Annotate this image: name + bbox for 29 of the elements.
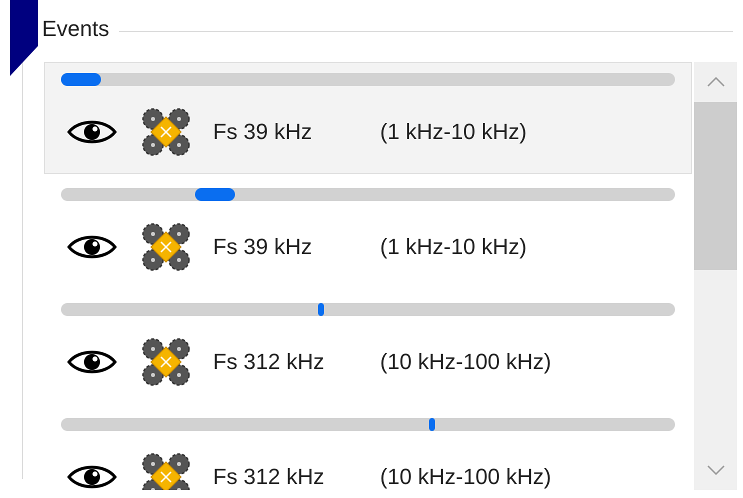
- group-title: Events: [42, 16, 110, 42]
- drone-icon: [141, 452, 191, 490]
- event-item[interactable]: Fs 312 kHz (10 kHz-100 kHz): [44, 407, 692, 490]
- band-label: (10 kHz-100 kHz): [380, 349, 552, 375]
- rate-label: Fs 312 kHz: [213, 464, 326, 490]
- eye-icon[interactable]: [67, 119, 117, 145]
- drone-icon: [141, 107, 191, 157]
- slider-thumb[interactable]: [61, 73, 102, 86]
- scroll-up-icon[interactable]: [706, 77, 724, 87]
- scroll-thumb[interactable]: [694, 102, 737, 270]
- band-label: (10 kHz-100 kHz): [380, 464, 552, 490]
- slider-thumb[interactable]: [194, 188, 234, 201]
- drone-icon: [141, 337, 191, 387]
- drone-icon: [141, 222, 191, 272]
- event-item[interactable]: Fs 39 kHz (1 kHz-10 kHz): [44, 62, 692, 174]
- scroll-down-icon[interactable]: [706, 465, 724, 475]
- eye-icon[interactable]: [67, 349, 117, 375]
- event-item[interactable]: Fs 39 kHz (1 kHz-10 kHz): [44, 177, 692, 289]
- event-item[interactable]: Fs 312 kHz (10 kHz-100 kHz): [44, 292, 692, 404]
- band-label: (1 kHz-10 kHz): [380, 119, 527, 145]
- slider-thumb[interactable]: [428, 418, 435, 431]
- slider-thumb[interactable]: [318, 303, 324, 316]
- scrollbar[interactable]: [694, 62, 737, 490]
- rate-label: Fs 39 kHz: [213, 119, 314, 145]
- band-label: (1 kHz-10 kHz): [380, 234, 527, 260]
- rate-label: Fs 312 kHz: [213, 349, 326, 375]
- eye-icon[interactable]: [67, 464, 117, 490]
- eye-icon[interactable]: [67, 234, 117, 260]
- rate-label: Fs 39 kHz: [213, 234, 314, 260]
